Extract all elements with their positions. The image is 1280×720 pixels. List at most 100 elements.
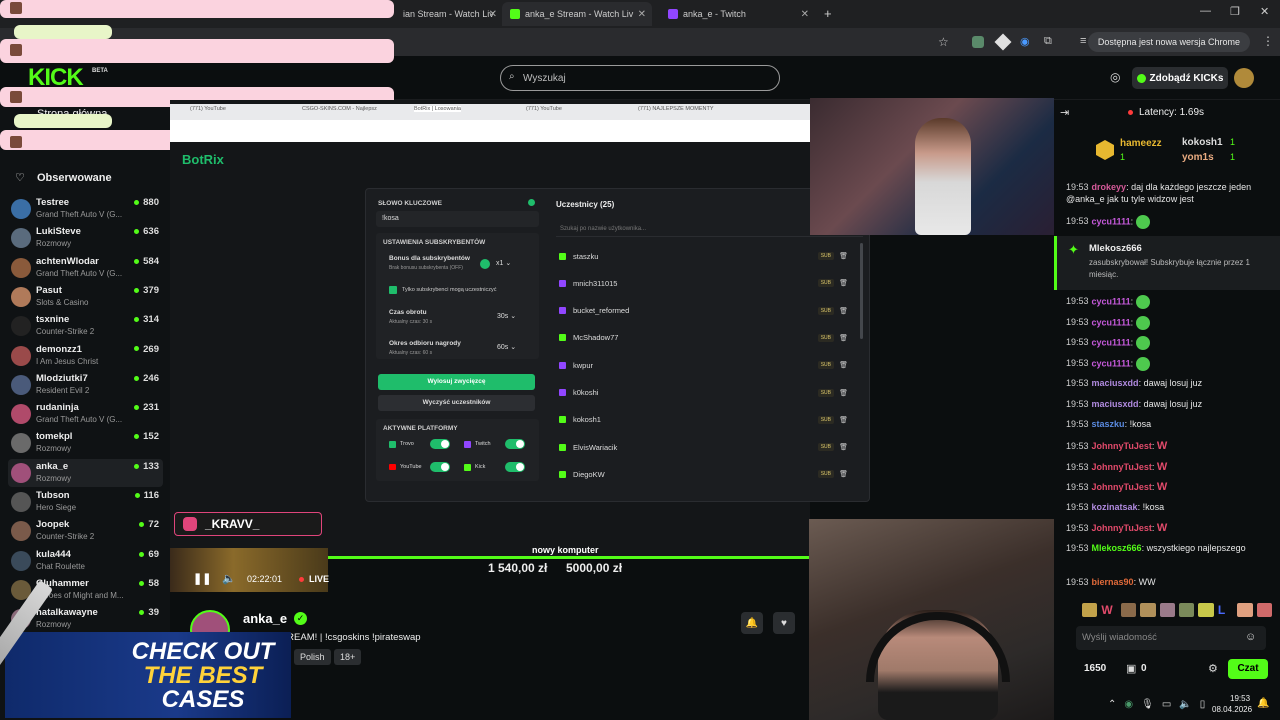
message-username[interactable]: cycu1111 <box>1092 216 1131 226</box>
emote-icon[interactable] <box>1237 603 1253 617</box>
draw-winner-button[interactable]: Wylosuj zwycięzcę <box>378 374 535 390</box>
delete-trash-icon[interactable]: 🗑 <box>839 443 848 451</box>
gifter-name[interactable]: kokosh1 <box>1182 137 1223 148</box>
send-chat-button[interactable]: Czat <box>1228 659 1268 679</box>
sub-alert-user[interactable]: Mlekosz666 <box>1089 243 1142 254</box>
rewards-icon[interactable]: ◎ <box>1110 70 1120 84</box>
message-username[interactable]: kozinatsak <box>1092 502 1138 512</box>
new-tab-icon[interactable]: + <box>824 6 832 21</box>
browser-tab[interactable]: anka_e - Twitch ✕ <box>660 2 815 26</box>
kicks-shop-icon[interactable]: ▣ <box>1126 662 1136 675</box>
delete-trash-icon[interactable]: 🗑 <box>839 252 848 260</box>
sidebar-channel-tubson[interactable]: Tubson Hero Siege 116 <box>8 488 163 516</box>
chat-settings-gear-icon[interactable]: ⚙ <box>1208 662 1218 675</box>
message-username[interactable]: JohnnyTuJest <box>1092 482 1152 492</box>
gifter-name[interactable]: yom1s <box>1182 152 1214 163</box>
delete-trash-icon[interactable]: 🗑 <box>839 361 848 369</box>
emote-icon[interactable] <box>1256 603 1273 617</box>
pause-icon[interactable]: ❚❚ <box>193 572 211 585</box>
emoji-picker-icon[interactable]: ☺ <box>1245 631 1256 643</box>
scrollbar[interactable] <box>860 243 863 339</box>
get-kicks-button[interactable]: Zdobądź KICKs <box>1132 67 1228 89</box>
delete-trash-icon[interactable]: 🗑 <box>839 416 848 424</box>
message-username[interactable]: cycu1111 <box>1092 296 1131 306</box>
sidebar-channel-tsxnine[interactable]: tsxnine Counter-Strike 2 314 <box>8 312 163 340</box>
network-icon[interactable]: ▭ <box>1162 699 1171 720</box>
emote-icon[interactable] <box>1179 603 1195 617</box>
emote-icon[interactable] <box>1082 603 1098 617</box>
sidebar-channel-anka_e[interactable]: anka_e Rozmowy 133 <box>8 458 163 487</box>
multiplier-select[interactable]: x1 ⌄ <box>496 259 511 267</box>
microphone-icon[interactable]: 🎙 <box>1141 699 1154 720</box>
collapse-chat-icon[interactable]: ⇥ <box>1060 106 1069 119</box>
tag-age[interactable]: 18+ <box>334 649 362 665</box>
kick-toggle[interactable] <box>505 462 525 472</box>
restore-icon[interactable]: ❐ <box>1230 5 1240 18</box>
close-tab-icon[interactable]: ✕ <box>801 9 809 20</box>
sidebar-channel-kula444[interactable]: kula444 Chat Roulette 69 <box>8 547 163 575</box>
sidebar-channel-lukisteve[interactable]: LukiSteve Rozmowy 636 <box>8 224 163 252</box>
sidebar-channel-mlodziutki7[interactable]: Mlodziutki7 Resident Evil 2 246 <box>8 371 163 399</box>
youtube-toggle[interactable] <box>430 462 450 472</box>
message-username[interactable]: maciusxdd <box>1092 399 1139 409</box>
emote-icon[interactable]: L <box>1218 603 1233 617</box>
taskbar-time[interactable]: 19:53 <box>1230 694 1250 703</box>
emote-icon[interactable] <box>1198 603 1214 617</box>
message-username[interactable]: cycu1111 <box>1092 317 1131 327</box>
spin-time-select[interactable]: 30s ⌄ <box>497 312 516 320</box>
sidebar-channel-demonzz1[interactable]: demonzz1 I Am Jesus Christ 269 <box>8 342 163 370</box>
extension-icon[interactable] <box>972 36 984 48</box>
delete-trash-icon[interactable]: 🗑 <box>839 279 848 287</box>
sidebar-channel-pasut[interactable]: Pasut Slots & Casino 379 <box>8 283 163 311</box>
message-username[interactable]: JohnnyTuJest <box>1092 462 1152 472</box>
browser-tab[interactable]: ian Stream - Watch Liv ✕ <box>395 2 503 26</box>
message-username[interactable]: JohnnyTuJest <box>1092 523 1152 533</box>
sidebar-channel-testree[interactable]: Testree Grand Theft Auto V (G... 880 <box>8 195 163 223</box>
message-username[interactable]: maciusxdd <box>1092 378 1139 388</box>
streamer-name[interactable]: anka_e <box>243 611 287 626</box>
menu-kebab-icon[interactable]: ⋮ <box>1262 34 1274 48</box>
message-username[interactable]: biernas90 <box>1092 577 1134 587</box>
taskbar-date[interactable]: 08.04.2026 <box>1212 705 1252 714</box>
chevron-up-icon[interactable]: ⌃ <box>1108 699 1116 720</box>
keyword-input[interactable]: !kosa <box>376 211 539 227</box>
message-username[interactable]: Mlekosz666 <box>1092 543 1142 553</box>
browser-tab-active[interactable]: anka_e Stream - Watch Liv ✕ <box>502 2 652 26</box>
delete-trash-icon[interactable]: 🗑 <box>839 334 848 342</box>
message-username[interactable]: staszku <box>1092 419 1125 429</box>
message-username[interactable]: cycu1111 <box>1092 337 1131 347</box>
extension-icon[interactable]: ◉ <box>1020 35 1030 48</box>
extensions-puzzle-icon[interactable]: ⧉ <box>1044 35 1052 48</box>
chat-input[interactable]: Wyślij wiadomość <box>1076 626 1266 650</box>
clear-participants-button[interactable]: Wyczyść uczestników <box>378 395 535 411</box>
twitch-toggle[interactable] <box>505 439 525 449</box>
minimize-icon[interactable]: — <box>1200 5 1211 17</box>
follow-heart-icon[interactable]: ♥ <box>773 612 795 634</box>
tray-app-icon[interactable]: ◉ <box>1124 699 1133 720</box>
bookmark-star-icon[interactable]: ☆ <box>938 35 949 49</box>
emote-icon[interactable]: W <box>1101 603 1116 617</box>
extension-icon[interactable] <box>994 33 1012 51</box>
message-username[interactable]: drokeyy <box>1092 182 1127 192</box>
notification-icon[interactable]: 🔔 <box>1257 698 1269 709</box>
notification-bell-icon[interactable]: 🔔 <box>741 612 763 634</box>
tag-language[interactable]: Polish <box>294 649 331 665</box>
emote-icon[interactable] <box>1140 603 1156 617</box>
only-subs-checkbox[interactable] <box>389 286 397 294</box>
sidebar-channel-achtenwlodar[interactable]: achtenWlodar Grand Theft Auto V (G... 584 <box>8 254 163 282</box>
user-avatar[interactable] <box>1234 68 1254 88</box>
message-username[interactable]: JohnnyTuJest <box>1092 441 1152 451</box>
reading-list-icon[interactable]: ≡ <box>1080 35 1086 47</box>
sidebar-channel-rudaninja[interactable]: rudaninja Grand Theft Auto V (G... 231 <box>8 400 163 428</box>
emote-icon[interactable] <box>1159 603 1176 617</box>
delete-trash-icon[interactable]: 🗑 <box>839 470 848 478</box>
close-window-icon[interactable]: ✕ <box>1260 5 1269 18</box>
chrome-update-button[interactable]: Dostępna jest nowa wersja Chrome <box>1087 32 1250 52</box>
claim-select[interactable]: 60s ⌄ <box>497 343 516 351</box>
delete-trash-icon[interactable]: 🗑 <box>839 389 848 397</box>
trovo-toggle[interactable] <box>430 439 450 449</box>
sidebar-channel-joopek[interactable]: Joopek Counter-Strike 2 72 <box>8 517 163 545</box>
close-tab-icon[interactable]: ✕ <box>638 9 646 20</box>
volume-icon[interactable]: 🔈 <box>222 572 236 585</box>
speaker-icon[interactable]: 🔈 <box>1179 699 1191 720</box>
